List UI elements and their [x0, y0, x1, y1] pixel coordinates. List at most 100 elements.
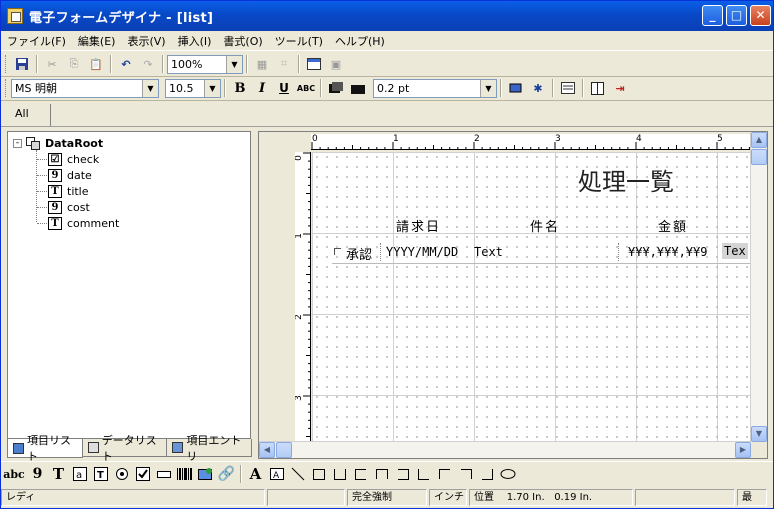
tab-data-list[interactable]: データリスト	[81, 434, 168, 463]
frame-text-icon[interactable]: A	[267, 465, 286, 483]
collapse-icon[interactable]: -	[13, 139, 22, 148]
horizontal-scrollbar[interactable]: ◀ ▶	[259, 441, 751, 458]
textbox-icon[interactable]: a	[70, 465, 89, 483]
corner-tr-icon[interactable]	[456, 465, 475, 483]
menu-help[interactable]: ヘルプ(H)	[329, 33, 391, 49]
tab-all[interactable]: All	[7, 104, 51, 126]
font-size-select[interactable]: 10.5 ▼	[165, 78, 221, 98]
tree-item-label: comment	[67, 217, 120, 230]
menu-insert[interactable]: 挿入(I)	[172, 33, 218, 49]
chevron-down-icon[interactable]: ▼	[480, 79, 496, 97]
menu-file[interactable]: ファイル(F)	[1, 33, 72, 49]
preview-icon[interactable]: ▣	[326, 55, 346, 73]
number-tool[interactable]: 9	[28, 465, 47, 483]
magic-icon[interactable]: ✱	[528, 79, 548, 97]
textfield-icon[interactable]: T	[91, 465, 110, 483]
column-header-amount[interactable]: 金額	[658, 216, 688, 235]
bracket-right-icon[interactable]	[393, 465, 412, 483]
button-icon[interactable]	[154, 465, 173, 483]
tree-item-date[interactable]: 9 date	[48, 168, 92, 183]
chevron-down-icon[interactable]: ▼	[142, 79, 158, 97]
row-check-label[interactable]: 承認	[346, 244, 372, 263]
font-tool-icon[interactable]: A	[246, 465, 265, 483]
snap-icon[interactable]: ⌗	[274, 55, 294, 73]
redo-icon[interactable]: ↷	[138, 55, 158, 73]
scroll-thumb[interactable]	[751, 149, 767, 165]
radio-icon[interactable]	[112, 465, 131, 483]
tree-item-check[interactable]: ☑ check	[48, 152, 99, 167]
text-tool[interactable]: T	[49, 465, 68, 483]
zoom-select[interactable]: 100% ▼	[167, 54, 243, 74]
scroll-down-icon[interactable]: ▼	[751, 426, 767, 442]
strikethrough-button[interactable]: ABC	[296, 79, 316, 97]
form-canvas[interactable]: 処理一覧 請求日 件名 金額 承認 YYYY/MM/DD Text ¥¥¥,¥¥…	[312, 152, 750, 442]
image-icon[interactable]	[196, 465, 215, 483]
form-icon[interactable]	[558, 79, 578, 97]
ellipse-tool-icon[interactable]	[498, 465, 517, 483]
exit-icon[interactable]: ⇥	[610, 79, 630, 97]
menu-format[interactable]: 書式(O)	[217, 33, 268, 49]
tree-item-title[interactable]: T title	[48, 184, 89, 199]
maximize-button[interactable]: □	[726, 5, 747, 26]
copy-icon[interactable]: ⎘	[64, 55, 84, 73]
close-button[interactable]: ✕	[750, 5, 771, 26]
tree-root[interactable]: DataRoot	[26, 136, 103, 151]
scroll-thumb[interactable]	[276, 442, 292, 458]
fill-color-icon[interactable]	[326, 79, 346, 97]
tab-item-list[interactable]: 項目リスト	[7, 434, 83, 463]
checkbox-icon[interactable]	[334, 248, 341, 255]
toolbar-grip[interactable]	[5, 55, 8, 73]
column-header-name[interactable]: 件名	[530, 216, 560, 235]
form-heading[interactable]: 処理一覧	[578, 162, 674, 197]
row-text2-field[interactable]: Tex	[722, 243, 748, 259]
chevron-down-icon[interactable]: ▼	[204, 79, 220, 97]
toolbar-grip[interactable]	[5, 79, 8, 97]
corner-bl-icon[interactable]	[414, 465, 433, 483]
bracket-top-icon[interactable]	[372, 465, 391, 483]
scroll-up-icon[interactable]: ▲	[751, 132, 767, 148]
scroll-left-icon[interactable]: ◀	[259, 442, 275, 458]
title-bar[interactable]: 電子フォームデザイナ - [list] _ □ ✕	[1, 1, 773, 31]
corner-br-icon[interactable]	[477, 465, 496, 483]
grid-icon[interactable]: ▦	[252, 55, 272, 73]
menu-tools[interactable]: ツール(T)	[269, 33, 329, 49]
separator	[246, 55, 248, 73]
chevron-down-icon[interactable]: ▼	[226, 55, 242, 73]
grid-dots	[312, 152, 750, 442]
paste-icon[interactable]: 📋	[86, 55, 106, 73]
cut-icon[interactable]: ✂	[42, 55, 62, 73]
row-amount-field[interactable]: ¥¥¥,¥¥¥,¥¥9	[628, 245, 707, 259]
vertical-scrollbar[interactable]: ▲ ▼	[750, 132, 767, 442]
bold-button[interactable]: B	[230, 79, 250, 97]
tab-item-entry[interactable]: 項目エントリ	[166, 434, 252, 463]
menu-view[interactable]: 表示(V)	[121, 33, 171, 49]
tree-item-cost[interactable]: 9 cost	[48, 200, 90, 215]
corner-tl-icon[interactable]	[435, 465, 454, 483]
line-tool-icon[interactable]	[288, 465, 307, 483]
tree-item-comment[interactable]: T comment	[48, 216, 119, 231]
bracket-left-icon[interactable]	[351, 465, 370, 483]
underline-button[interactable]: U	[274, 79, 294, 97]
status-unit: インチ	[429, 489, 467, 506]
scroll-right-icon[interactable]: ▶	[735, 442, 751, 458]
layout-icon[interactable]	[304, 55, 324, 73]
rectangle-tool-icon[interactable]	[309, 465, 328, 483]
line-color-icon[interactable]	[348, 79, 368, 97]
row-date-field[interactable]: YYYY/MM/DD	[386, 245, 458, 259]
font-select[interactable]: MS 明朝 ▼	[11, 78, 159, 98]
line-width-select[interactable]: 0.2 pt ▼	[373, 78, 497, 98]
minimize-button[interactable]: _	[702, 5, 723, 26]
book-icon[interactable]	[588, 79, 608, 97]
bracket-bottom-icon[interactable]	[330, 465, 349, 483]
checkbox-tool-icon[interactable]	[133, 465, 152, 483]
barcode-icon[interactable]	[175, 465, 194, 483]
italic-button[interactable]: I	[252, 79, 272, 97]
label-tool[interactable]: abc	[2, 465, 26, 483]
undo-icon[interactable]: ↶	[116, 55, 136, 73]
row-text-field[interactable]: Text	[474, 245, 503, 259]
column-header-date[interactable]: 請求日	[396, 216, 441, 235]
menu-edit[interactable]: 編集(E)	[72, 33, 122, 49]
shape-icon[interactable]	[506, 79, 526, 97]
link-icon[interactable]: 🔗	[217, 465, 236, 483]
save-icon[interactable]	[12, 55, 32, 73]
